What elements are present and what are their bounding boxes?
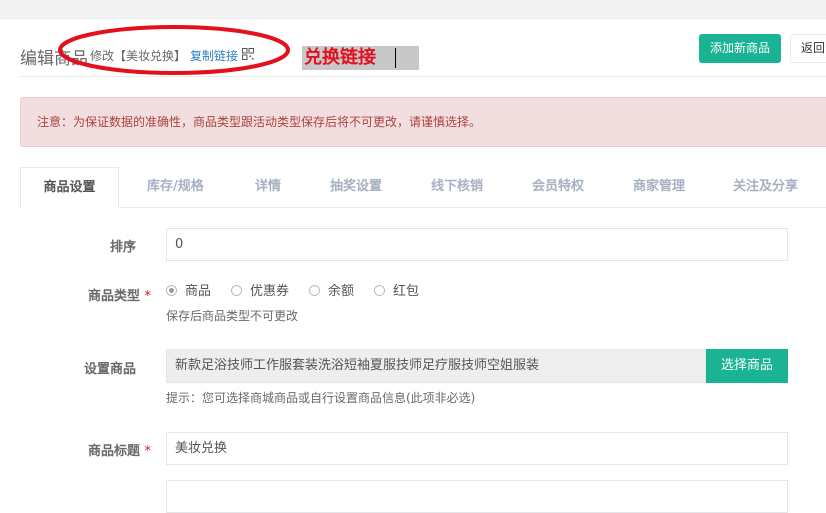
divider [20, 76, 826, 77]
annotation-ellipse [58, 25, 290, 75]
add-goods-button[interactable]: 添加新商品 [699, 34, 781, 63]
required-mark: * [144, 289, 152, 304]
back-button[interactable]: 返回 [790, 34, 826, 63]
text-cursor [395, 48, 396, 68]
radio-balance[interactable]: 余额 [309, 284, 354, 300]
radio-icon [309, 285, 320, 296]
selected-goods-field: 新款足浴技师工作服套装洗浴短袖夏服技师足疗服技师空姐服装 [166, 349, 706, 383]
tab-bar: 商品设置 库存/规格 详情 抽奖设置 线下核销 会员特权 商家管理 关注及分享 [20, 167, 826, 208]
top-bar [0, 0, 826, 19]
radio-icon [374, 285, 385, 296]
radio-coupon[interactable]: 优惠券 [231, 284, 289, 300]
set-goods-label: 设置商品 [83, 362, 136, 377]
tab-offline-verify[interactable]: 线下核销 [431, 167, 483, 207]
sort-label: 排序 [109, 240, 136, 255]
tab-lottery-settings[interactable]: 抽奖设置 [330, 167, 382, 207]
select-goods-button[interactable]: 选择商品 [706, 349, 788, 383]
tab-goods-settings[interactable]: 商品设置 [20, 167, 119, 208]
goods-title-input[interactable]: 美妆兑换 [166, 432, 788, 465]
next-field-input[interactable] [166, 480, 788, 513]
set-goods-help: 提示：您可选择商城商品或自行设置商品信息(此项非必选) [166, 391, 476, 405]
sort-input[interactable]: 0 [166, 228, 788, 261]
radio-goods[interactable]: 商品 [166, 284, 211, 300]
radio-icon [231, 285, 242, 296]
required-mark: * [144, 444, 152, 459]
radio-red-packet[interactable]: 红包 [374, 284, 419, 300]
tab-stock-spec[interactable]: 库存/规格 [147, 167, 204, 207]
radio-checked-icon [166, 285, 177, 296]
annotation-text: 兑换链接 [302, 46, 419, 70]
goods-title-label: 商品标题 * [87, 444, 152, 459]
goods-type-help: 保存后商品类型不可更改 [166, 309, 299, 323]
warning-alert: 注意：为保证数据的准确性，商品类型跟活动类型保存后将不可更改，请谨慎选择。 [20, 97, 826, 147]
tab-details[interactable]: 详情 [255, 167, 281, 207]
tab-merchant-manage[interactable]: 商家管理 [633, 167, 685, 207]
goods-type-label: 商品类型 * [87, 289, 152, 304]
tab-follow-share[interactable]: 关注及分享 [733, 167, 798, 207]
tab-member-privilege[interactable]: 会员特权 [532, 167, 584, 207]
